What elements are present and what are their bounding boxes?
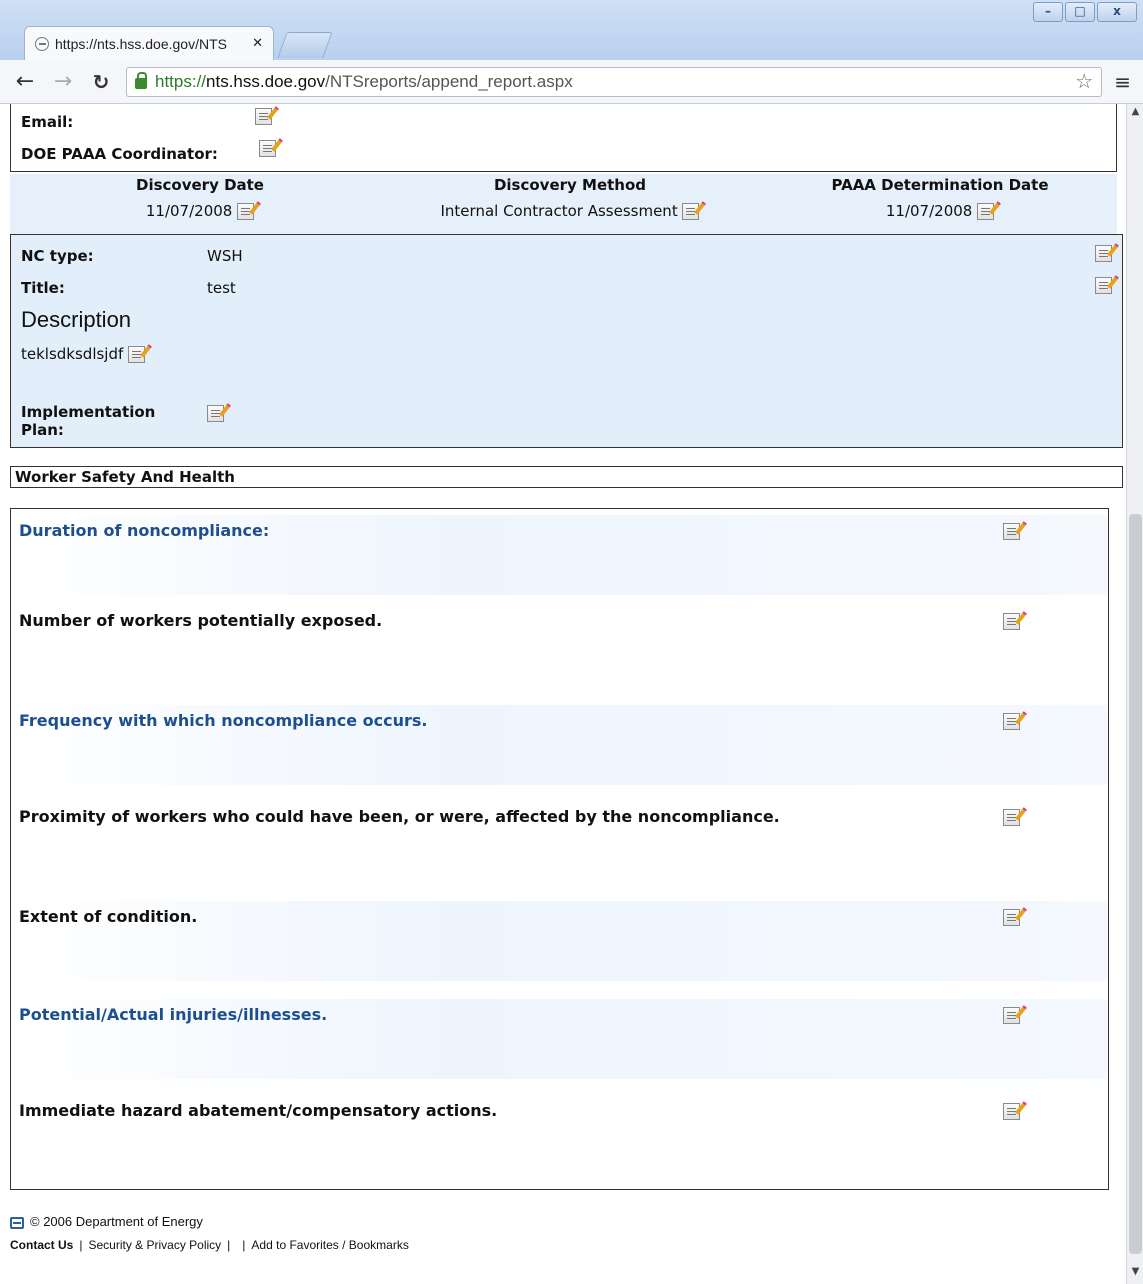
url-path: /NTSreports/append_report.aspx xyxy=(325,71,573,91)
criteria-row-injuries: Potential/Actual injuries/illnesses. xyxy=(11,999,1108,1079)
browser-tab[interactable]: https://nts.hss.doe.gov/NTS ✕ xyxy=(24,26,274,60)
email-label: Email: xyxy=(21,113,74,131)
coordinator-row: DOE PAAA Coordinator: xyxy=(21,145,218,163)
close-window-button[interactable]: x xyxy=(1097,2,1137,22)
criteria-label: Duration of noncompliance: xyxy=(19,521,270,540)
discovery-date-label: Discovery Date xyxy=(136,176,264,194)
coordinator-label: DOE PAAA Coordinator: xyxy=(21,145,218,163)
criteria-label: Proximity of workers who could have been… xyxy=(19,807,780,826)
criteria-row-extent: Extent of condition. xyxy=(11,901,1108,981)
criteria-label: Immediate hazard abatement/compensatory … xyxy=(19,1101,498,1120)
paaa-date-edit-icon[interactable] xyxy=(977,203,995,220)
footer-separator: | xyxy=(79,1238,83,1252)
description-heading: Description xyxy=(21,307,132,332)
footer-separator: | xyxy=(242,1238,246,1252)
nc-details-box: NC type: WSH Title: test Description tek… xyxy=(10,234,1123,448)
vertical-scrollbar[interactable]: ▲ ▼ xyxy=(1126,104,1143,1284)
title-edit-icon[interactable] xyxy=(1095,277,1112,294)
contact-us-link[interactable]: Contact Us xyxy=(10,1238,73,1252)
description-edit-icon[interactable] xyxy=(128,346,146,363)
description-row: teklsdksdlsjdf xyxy=(21,345,146,363)
maximize-button[interactable]: □ xyxy=(1065,2,1095,22)
criteria-label: Potential/Actual injuries/illnesses. xyxy=(19,1005,328,1024)
discovery-date-value: 11/07/2008 xyxy=(145,202,233,220)
email-edit-icon[interactable] xyxy=(255,108,272,125)
workers-exposed-edit-icon[interactable] xyxy=(1003,613,1020,630)
criteria-row-abatement: Immediate hazard abatement/compensatory … xyxy=(11,1099,1108,1179)
extent-edit-icon[interactable] xyxy=(1003,909,1020,926)
proximity-edit-icon[interactable] xyxy=(1003,809,1020,826)
coordinator-edit-icon[interactable] xyxy=(259,140,276,157)
copyright-text: © 2006 Department of Energy xyxy=(30,1214,203,1229)
discovery-date-column: Discovery Date 11/07/2008 xyxy=(120,176,280,220)
discovery-date-edit-icon[interactable] xyxy=(237,203,255,220)
criteria-label: Extent of condition. xyxy=(19,907,198,926)
paaa-date-column: PAAA Determination Date 11/07/2008 xyxy=(810,176,1070,220)
email-row: Email: xyxy=(21,113,73,131)
scroll-down-arrow-icon[interactable]: ▼ xyxy=(1128,1266,1143,1282)
tab-title: https://nts.hss.doe.gov/NTS xyxy=(55,35,227,52)
browser-toolbar: ← → ↻ https://nts.hss.doe.gov/NTSreports… xyxy=(0,60,1143,104)
criteria-row-frequency: Frequency with which noncompliance occur… xyxy=(11,705,1108,785)
criteria-label: Frequency with which noncompliance occur… xyxy=(19,711,428,730)
scroll-thumb[interactable] xyxy=(1129,514,1142,1254)
discovery-method-value: Internal Contractor Assessment xyxy=(440,202,678,220)
title-value: test xyxy=(207,279,236,297)
nc-type-value: WSH xyxy=(207,247,243,265)
criteria-label: Number of workers potentially exposed. xyxy=(19,611,383,630)
footer-copyright: © 2006 Department of Energy xyxy=(10,1214,203,1229)
criteria-row-proximity: Proximity of workers who could have been… xyxy=(11,805,1108,885)
scroll-up-arrow-icon[interactable]: ▲ xyxy=(1128,106,1143,122)
contact-box: Email: DOE PAAA Coordinator: xyxy=(10,104,1117,172)
back-arrow-icon[interactable]: ← xyxy=(12,69,38,94)
footer-links: Contact Us | Security & Privacy Policy | | Ad… xyxy=(10,1238,409,1252)
globe-icon xyxy=(35,36,49,51)
print-icon[interactable] xyxy=(10,1216,24,1229)
add-to-favorites-link[interactable]: Add to Favorites / Bookmarks xyxy=(251,1238,408,1252)
url-host: nts.hss.doe.gov xyxy=(206,71,326,91)
forward-arrow-icon[interactable]: → xyxy=(50,69,76,94)
discovery-method-label: Discovery Method xyxy=(493,176,647,194)
criteria-box: Duration of noncompliance: Number of wor… xyxy=(10,508,1109,1190)
description-text: teklsdksdlsjdf xyxy=(21,345,124,363)
browser-titlebar: – □ x https://nts.hss.doe.gov/NTS ✕ xyxy=(0,0,1143,60)
footer-separator: | xyxy=(227,1238,231,1252)
paaa-date-label: PAAA Determination Date xyxy=(831,176,1049,194)
implementation-plan-edit-icon[interactable] xyxy=(207,405,224,422)
close-tab-icon[interactable]: ✕ xyxy=(252,36,263,51)
nc-type-label: NC type: xyxy=(21,247,94,265)
discovery-section: Discovery Date 11/07/2008 Discovery Meth… xyxy=(10,174,1117,234)
page-viewport: Email: DOE PAAA Coordinator: Discovery D… xyxy=(0,104,1126,1284)
title-label: Title: xyxy=(21,279,65,297)
url-scheme: https:// xyxy=(155,71,207,91)
reload-icon[interactable]: ↻ xyxy=(88,70,114,94)
category-banner: Worker Safety And Health xyxy=(10,466,1123,488)
criteria-row-duration: Duration of noncompliance: xyxy=(11,515,1108,595)
window-controls: – □ x xyxy=(1033,2,1137,22)
duration-edit-icon[interactable] xyxy=(1003,523,1020,540)
frequency-edit-icon[interactable] xyxy=(1003,713,1020,730)
bookmark-star-icon[interactable]: ☆ xyxy=(1075,69,1093,94)
injuries-edit-icon[interactable] xyxy=(1003,1007,1020,1024)
minimize-button[interactable]: – xyxy=(1033,2,1063,22)
implementation-plan-label: Implementation Plan: xyxy=(21,403,156,439)
lock-icon xyxy=(135,72,147,89)
discovery-method-column: Discovery Method Internal Contractor Ass… xyxy=(410,176,730,220)
discovery-method-edit-icon[interactable] xyxy=(682,203,700,220)
abatement-edit-icon[interactable] xyxy=(1003,1103,1020,1120)
new-tab-button[interactable] xyxy=(277,32,333,58)
paaa-date-value: 11/07/2008 xyxy=(885,202,973,220)
nc-type-edit-icon[interactable] xyxy=(1095,245,1112,262)
address-bar[interactable]: https://nts.hss.doe.gov/NTSreports/appen… xyxy=(126,66,1103,97)
menu-icon[interactable]: ≡ xyxy=(1114,70,1131,94)
criteria-row-workers-exposed: Number of workers potentially exposed. xyxy=(11,609,1108,689)
privacy-policy-link[interactable]: Security & Privacy Policy xyxy=(88,1238,221,1252)
